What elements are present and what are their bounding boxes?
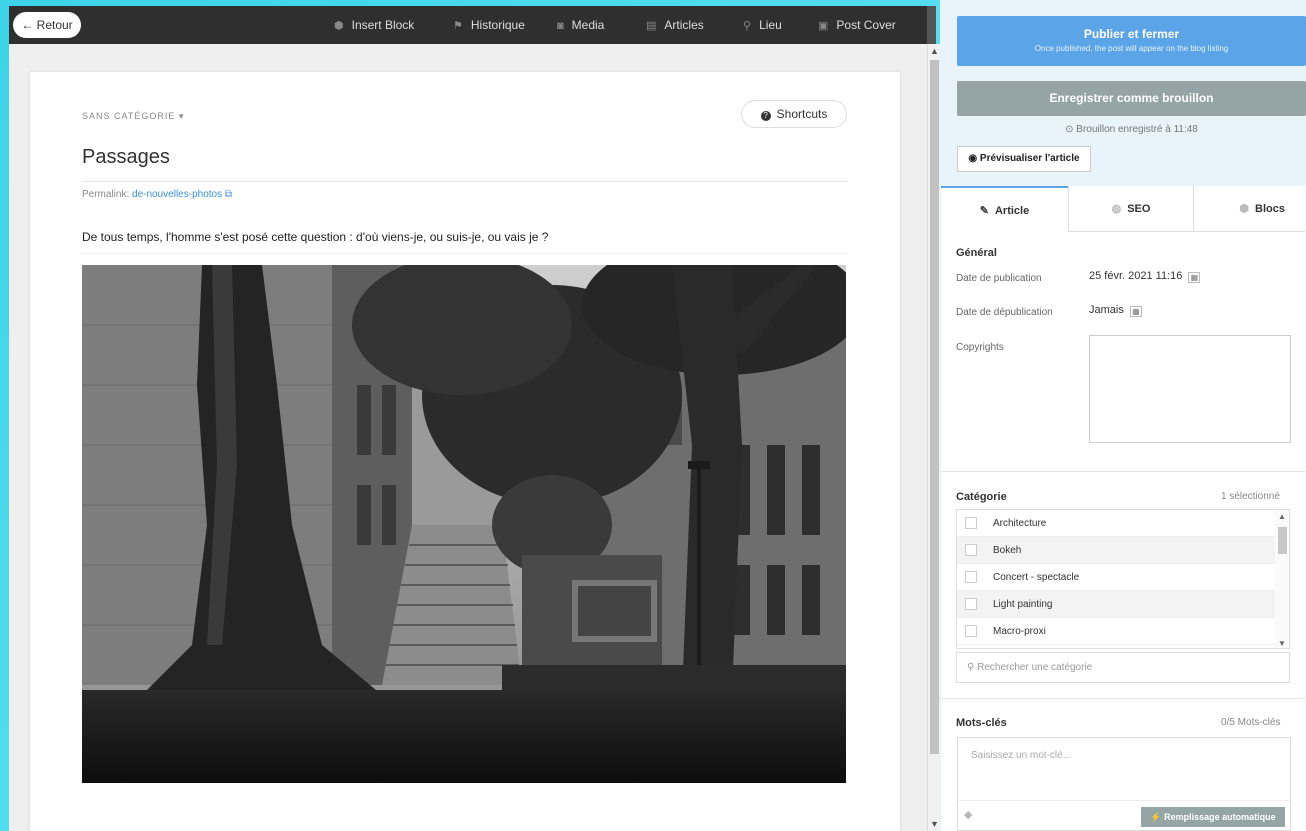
category-search-input[interactable]: ⚲ Rechercher une catégorie: [956, 652, 1290, 683]
post-cover-button[interactable]: ▣ Post Cover: [818, 6, 896, 44]
search-icon: ⚲: [967, 662, 975, 673]
sidebar-toggle[interactable]: [927, 6, 936, 44]
pencil-icon: ✎: [979, 205, 989, 217]
keywords-divider: [958, 800, 1290, 801]
list-item[interactable]: Concert - spectacle: [957, 564, 1289, 591]
cube-icon: ⬢: [334, 20, 344, 32]
scroll-thumb[interactable]: [1278, 527, 1287, 554]
question-icon: ?: [760, 111, 771, 121]
checkbox[interactable]: [965, 571, 977, 583]
unpublication-date-label: Date de dépublication: [956, 307, 1053, 318]
settings-tabs: ✎ Article ◍ SEO ⬢ Blocs: [941, 186, 1305, 232]
general-section-title: Général: [956, 247, 997, 259]
checkbox[interactable]: [965, 625, 977, 637]
category-dropdown[interactable]: SANS CATÉGORIE ▾: [82, 111, 184, 122]
publish-button[interactable]: Publier et fermer Once published, the po…: [957, 16, 1306, 66]
title-divider: [82, 181, 848, 182]
editor-scrollbar[interactable]: ▲ ▼: [927, 44, 940, 831]
article-photo[interactable]: [82, 265, 846, 783]
back-button[interactable]: ← Retour: [13, 12, 81, 38]
unpublication-date-field[interactable]: Jamais ▦: [1089, 304, 1142, 317]
list-item[interactable]: Light painting: [957, 591, 1289, 618]
lieu-button[interactable]: ⚲ Lieu: [743, 6, 782, 44]
article-page: SANS CATÉGORIE ▾ ? Shortcuts Passages Per…: [30, 72, 900, 831]
cube-icon: ⬢: [1239, 203, 1250, 215]
checkbox[interactable]: [965, 517, 977, 529]
tab-seo[interactable]: ◍ SEO: [1069, 186, 1193, 232]
checkbox[interactable]: [965, 598, 977, 610]
keywords-count: 0/5 Mots-clés: [1221, 717, 1281, 728]
eye-icon: ◉: [968, 153, 978, 164]
history-button[interactable]: ⚑ Historique: [453, 6, 525, 44]
post-title[interactable]: Passages: [82, 146, 170, 169]
image-icon: ▣: [818, 20, 829, 32]
tag-icon: ◆: [964, 809, 973, 821]
copyrights-label: Copyrights: [956, 342, 1004, 353]
tab-article[interactable]: ✎ Article: [941, 186, 1068, 232]
keywords-section-title: Mots-clés: [956, 717, 1007, 729]
permalink-link[interactable]: de-nouvelles-photos: [132, 189, 222, 200]
list-item[interactable]: Macro-proxi: [957, 618, 1289, 645]
save-draft-button[interactable]: Enregistrer comme brouillon: [957, 81, 1306, 116]
photo-graphic: [82, 265, 846, 783]
history-icon: ⚑: [453, 20, 463, 32]
publication-date-field[interactable]: 25 févr. 2021 11:16 ▦: [1089, 270, 1201, 283]
scroll-down-icon[interactable]: ▼: [1275, 639, 1289, 648]
category-scrollbar[interactable]: ▲ ▼: [1275, 510, 1289, 648]
tab-blocs[interactable]: ⬢ Blocs: [1194, 186, 1305, 232]
draft-saved-status: ⊙ Brouillon enregistré à 11:48: [1065, 124, 1198, 135]
scroll-up-icon[interactable]: ▲: [1275, 512, 1289, 521]
category-list[interactable]: Architecture Bokeh Concert - spectacle L…: [956, 509, 1290, 649]
category-section-title: Catégorie: [956, 491, 1007, 503]
articles-button[interactable]: ▤ Articles: [646, 6, 704, 44]
editor-toolbar: ← Retour ⬢ Insert Block ⚑ Historique ◙ Medi…: [9, 6, 936, 44]
calendar-icon[interactable]: ▦: [1188, 272, 1201, 283]
section-divider: [941, 471, 1305, 472]
list-item[interactable]: Bokeh: [957, 537, 1289, 564]
permalink: Permalink: de-nouvelles-photos ⧉: [82, 189, 233, 200]
checkbox[interactable]: [965, 544, 977, 556]
globe-icon: ◍: [1111, 203, 1122, 215]
section-divider: [941, 698, 1305, 699]
keywords-placeholder: Saisissez un mot-clé...: [971, 750, 1072, 761]
shortcuts-button[interactable]: ? Shortcuts: [741, 100, 847, 128]
camera-icon: ◙: [557, 20, 564, 32]
autofill-button[interactable]: ⚡ Remplissage automatique: [1141, 807, 1285, 827]
copyrights-textarea[interactable]: [1089, 335, 1291, 443]
calendar-icon[interactable]: ▦: [1129, 306, 1142, 317]
preview-button[interactable]: ◉ Prévisualiser l'article: [957, 146, 1091, 172]
external-link-icon[interactable]: ⧉: [225, 189, 232, 200]
insert-block-button[interactable]: ⬢ Insert Block: [334, 6, 414, 44]
file-icon: ▤: [646, 20, 657, 32]
category-selected-count: 1 sélectionné: [1221, 491, 1280, 502]
media-button[interactable]: ◙ Media: [557, 6, 604, 44]
body-paragraph[interactable]: De tous temps, l'homme s'est posé cette …: [82, 230, 848, 254]
list-item[interactable]: Architecture: [957, 510, 1289, 537]
map-marker-icon: ⚲: [743, 20, 752, 32]
scroll-thumb[interactable]: [930, 60, 939, 754]
keywords-input[interactable]: Saisissez un mot-clé... ◆ ⚡ Remplissage …: [957, 737, 1291, 831]
publication-date-label: Date de publication: [956, 273, 1042, 284]
